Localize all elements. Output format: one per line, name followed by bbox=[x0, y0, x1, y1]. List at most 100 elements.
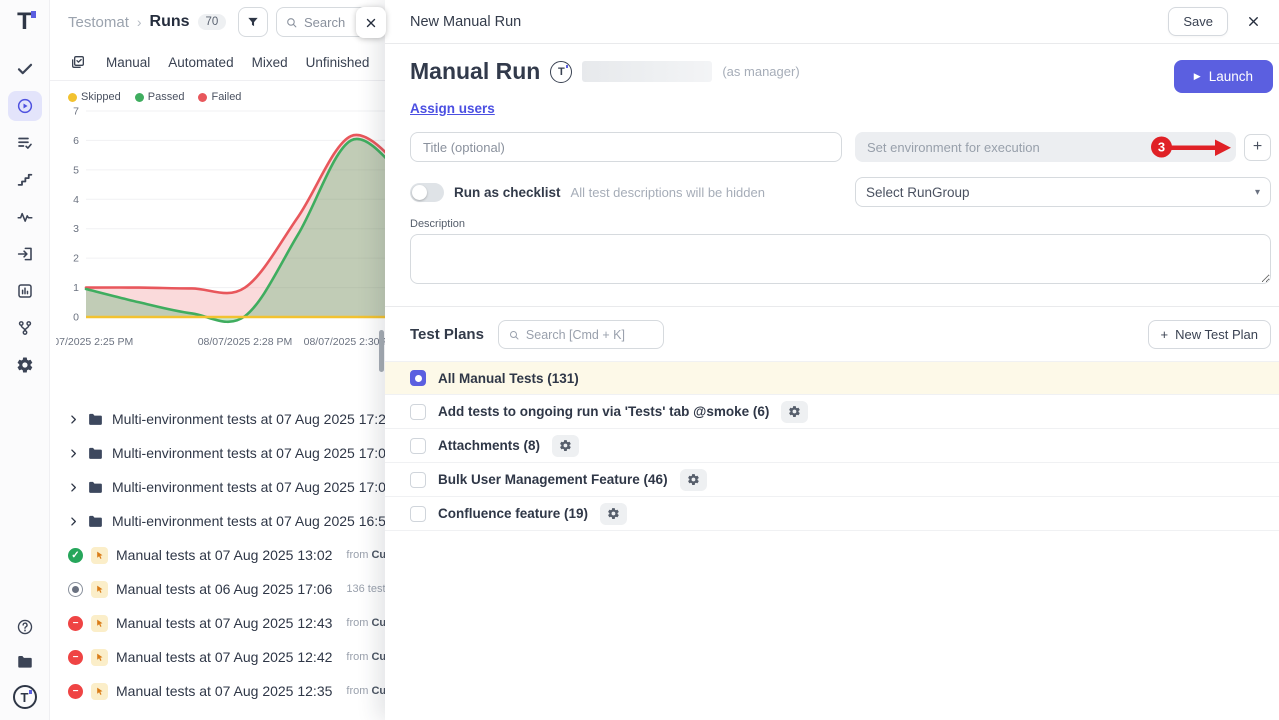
test-plan-settings-button[interactable] bbox=[680, 469, 707, 491]
breadcrumb-project[interactable]: Testomat bbox=[68, 14, 129, 31]
test-plan-label: Bulk User Management Feature (46) bbox=[438, 472, 668, 487]
chevron-down-icon: ▾ bbox=[1255, 187, 1260, 198]
run-label: Manual tests at 07 Aug 2025 12:35 bbox=[116, 683, 332, 699]
test-plan-settings-button[interactable] bbox=[600, 503, 627, 525]
steps-icon[interactable] bbox=[8, 165, 42, 195]
checklist-label: Run as checklist bbox=[454, 185, 561, 200]
status-failed-icon: − bbox=[68, 684, 83, 699]
settings-gear-icon[interactable] bbox=[8, 350, 42, 380]
help-icon[interactable] bbox=[8, 614, 42, 640]
legend-dot bbox=[68, 93, 77, 102]
reports-icon[interactable] bbox=[8, 276, 42, 306]
checkbox[interactable] bbox=[410, 438, 426, 454]
run-folder-row[interactable]: Multi-environment tests at 07 Aug 2025 1… bbox=[50, 504, 385, 538]
checkbox-checked[interactable] bbox=[410, 370, 426, 386]
test-plan-settings-button[interactable] bbox=[781, 401, 808, 423]
chevron-right-icon[interactable] bbox=[68, 448, 79, 459]
svg-text:3: 3 bbox=[73, 223, 79, 235]
environment-placeholder: Set environment for execution bbox=[867, 140, 1040, 155]
projects-folder-icon[interactable] bbox=[8, 649, 42, 675]
test-plan-settings-button[interactable] bbox=[552, 435, 579, 457]
folder-icon bbox=[87, 445, 104, 462]
tab-mixed[interactable]: Mixed bbox=[252, 55, 288, 70]
test-plan-row[interactable]: Attachments (8) bbox=[385, 429, 1279, 463]
run-row[interactable]: −Manual tests at 07 Aug 2025 12:43from C… bbox=[50, 606, 385, 640]
new-test-plan-button[interactable]: + New Test Plan bbox=[1148, 320, 1271, 349]
checkbox[interactable] bbox=[410, 506, 426, 522]
test-plans-search[interactable] bbox=[498, 320, 664, 349]
run-folder-row[interactable]: Multi-environment tests at 07 Aug 2025 1… bbox=[50, 402, 385, 436]
title-input[interactable] bbox=[410, 132, 842, 162]
rungroup-select[interactable]: Select RunGroup ▾ bbox=[855, 177, 1271, 207]
legend-label: Passed bbox=[148, 91, 185, 103]
scrollbar-thumb[interactable] bbox=[379, 330, 384, 372]
chevron-right-icon[interactable] bbox=[68, 414, 79, 425]
run-row[interactable]: −Manual tests at 07 Aug 2025 12:42from C… bbox=[50, 640, 385, 674]
run-meta: from Custom bbox=[346, 617, 385, 629]
filter-button[interactable] bbox=[238, 7, 268, 37]
svg-text:4: 4 bbox=[73, 194, 79, 206]
chevron-right-icon[interactable] bbox=[68, 482, 79, 493]
tab-automated[interactable]: Automated bbox=[168, 55, 233, 70]
assignee-name-redacted bbox=[582, 61, 712, 82]
status-passed-icon: ✓ bbox=[68, 548, 83, 563]
branches-icon[interactable] bbox=[8, 313, 42, 343]
test-plan-row[interactable]: All Manual Tests (131) bbox=[385, 361, 1279, 395]
environment-field[interactable]: Set environment for execution 3 bbox=[855, 132, 1236, 162]
annotation: 3 bbox=[1151, 137, 1232, 158]
runs-count-badge: 70 bbox=[198, 14, 227, 30]
test-plan-label: Add tests to ongoing run via 'Tests' tab… bbox=[438, 404, 769, 419]
description-label: Description bbox=[410, 218, 1271, 230]
test-plan-row[interactable]: Confluence feature (19) bbox=[385, 497, 1279, 531]
svg-text:2: 2 bbox=[73, 253, 79, 265]
add-environment-button[interactable]: + bbox=[1244, 134, 1271, 161]
svg-text:6: 6 bbox=[73, 135, 79, 147]
tab-manual[interactable]: Manual bbox=[106, 55, 150, 70]
runs-play-icon[interactable] bbox=[8, 91, 42, 121]
chevron-right-icon[interactable] bbox=[68, 516, 79, 527]
save-button[interactable]: Save bbox=[1168, 7, 1228, 36]
activity-pulse-icon[interactable] bbox=[8, 202, 42, 232]
description-textarea[interactable] bbox=[410, 234, 1271, 284]
run-row[interactable]: ✓Manual tests at 07 Aug 2025 13:02from C… bbox=[50, 538, 385, 572]
test-plans-search-input[interactable] bbox=[526, 328, 646, 342]
run-form: Set environment for execution 3 + Run as… bbox=[410, 132, 1271, 289]
run-label: Manual tests at 07 Aug 2025 12:42 bbox=[116, 649, 332, 665]
run-folder-label: Multi-environment tests at 07 Aug 2025 1… bbox=[112, 513, 385, 529]
rail-items bbox=[8, 54, 42, 380]
run-row[interactable]: Manual tests at 06 Aug 2025 17:06136 tes… bbox=[50, 572, 385, 606]
select-all-icon[interactable] bbox=[70, 54, 86, 70]
checkbox[interactable] bbox=[410, 472, 426, 488]
tab-unfinished[interactable]: Unfinished bbox=[306, 55, 370, 70]
status-stopped-icon bbox=[68, 582, 83, 597]
close-icon bbox=[1246, 14, 1261, 29]
assign-users-link[interactable]: Assign users bbox=[410, 101, 495, 116]
run-folder-row[interactable]: Multi-environment tests at 07 Aug 2025 1… bbox=[50, 470, 385, 504]
legend-skipped: Skipped bbox=[68, 91, 121, 103]
folder-icon bbox=[87, 479, 104, 496]
logo-badge[interactable]: T bbox=[8, 684, 42, 710]
run-list: Multi-environment tests at 07 Aug 2025 1… bbox=[50, 402, 385, 708]
checkbox[interactable] bbox=[410, 404, 426, 420]
test-plan-row[interactable]: Add tests to ongoing run via 'Tests' tab… bbox=[385, 395, 1279, 429]
run-label: Manual tests at 07 Aug 2025 12:43 bbox=[116, 615, 332, 631]
run-label: Manual tests at 07 Aug 2025 13:02 bbox=[116, 547, 332, 563]
tests-check-icon[interactable] bbox=[8, 54, 42, 84]
search-icon bbox=[508, 329, 520, 341]
run-as-checklist-toggle[interactable] bbox=[410, 183, 444, 202]
launch-button[interactable]: ▶ Launch bbox=[1174, 60, 1273, 93]
test-plans-header: Test Plans + New Test Plan bbox=[410, 320, 1271, 349]
annotation-arrow-icon bbox=[1170, 138, 1232, 156]
checklist-icon[interactable] bbox=[8, 128, 42, 158]
assignee-avatar[interactable]: T bbox=[550, 61, 572, 83]
panel-close-float-button[interactable] bbox=[356, 7, 386, 38]
import-icon[interactable] bbox=[8, 239, 42, 269]
chart-x-tick: 08/07/2025 2:30 PM bbox=[304, 336, 385, 348]
breadcrumb-page[interactable]: Runs bbox=[150, 13, 190, 31]
run-row[interactable]: −Manual tests at 07 Aug 2025 12:35from C… bbox=[50, 674, 385, 708]
panel-close-button[interactable] bbox=[1246, 14, 1261, 29]
test-plan-row[interactable]: Bulk User Management Feature (46) bbox=[385, 463, 1279, 497]
test-plans-heading: Test Plans bbox=[410, 326, 484, 343]
run-folder-row[interactable]: Multi-environment tests at 07 Aug 2025 1… bbox=[50, 436, 385, 470]
close-icon bbox=[364, 16, 378, 30]
